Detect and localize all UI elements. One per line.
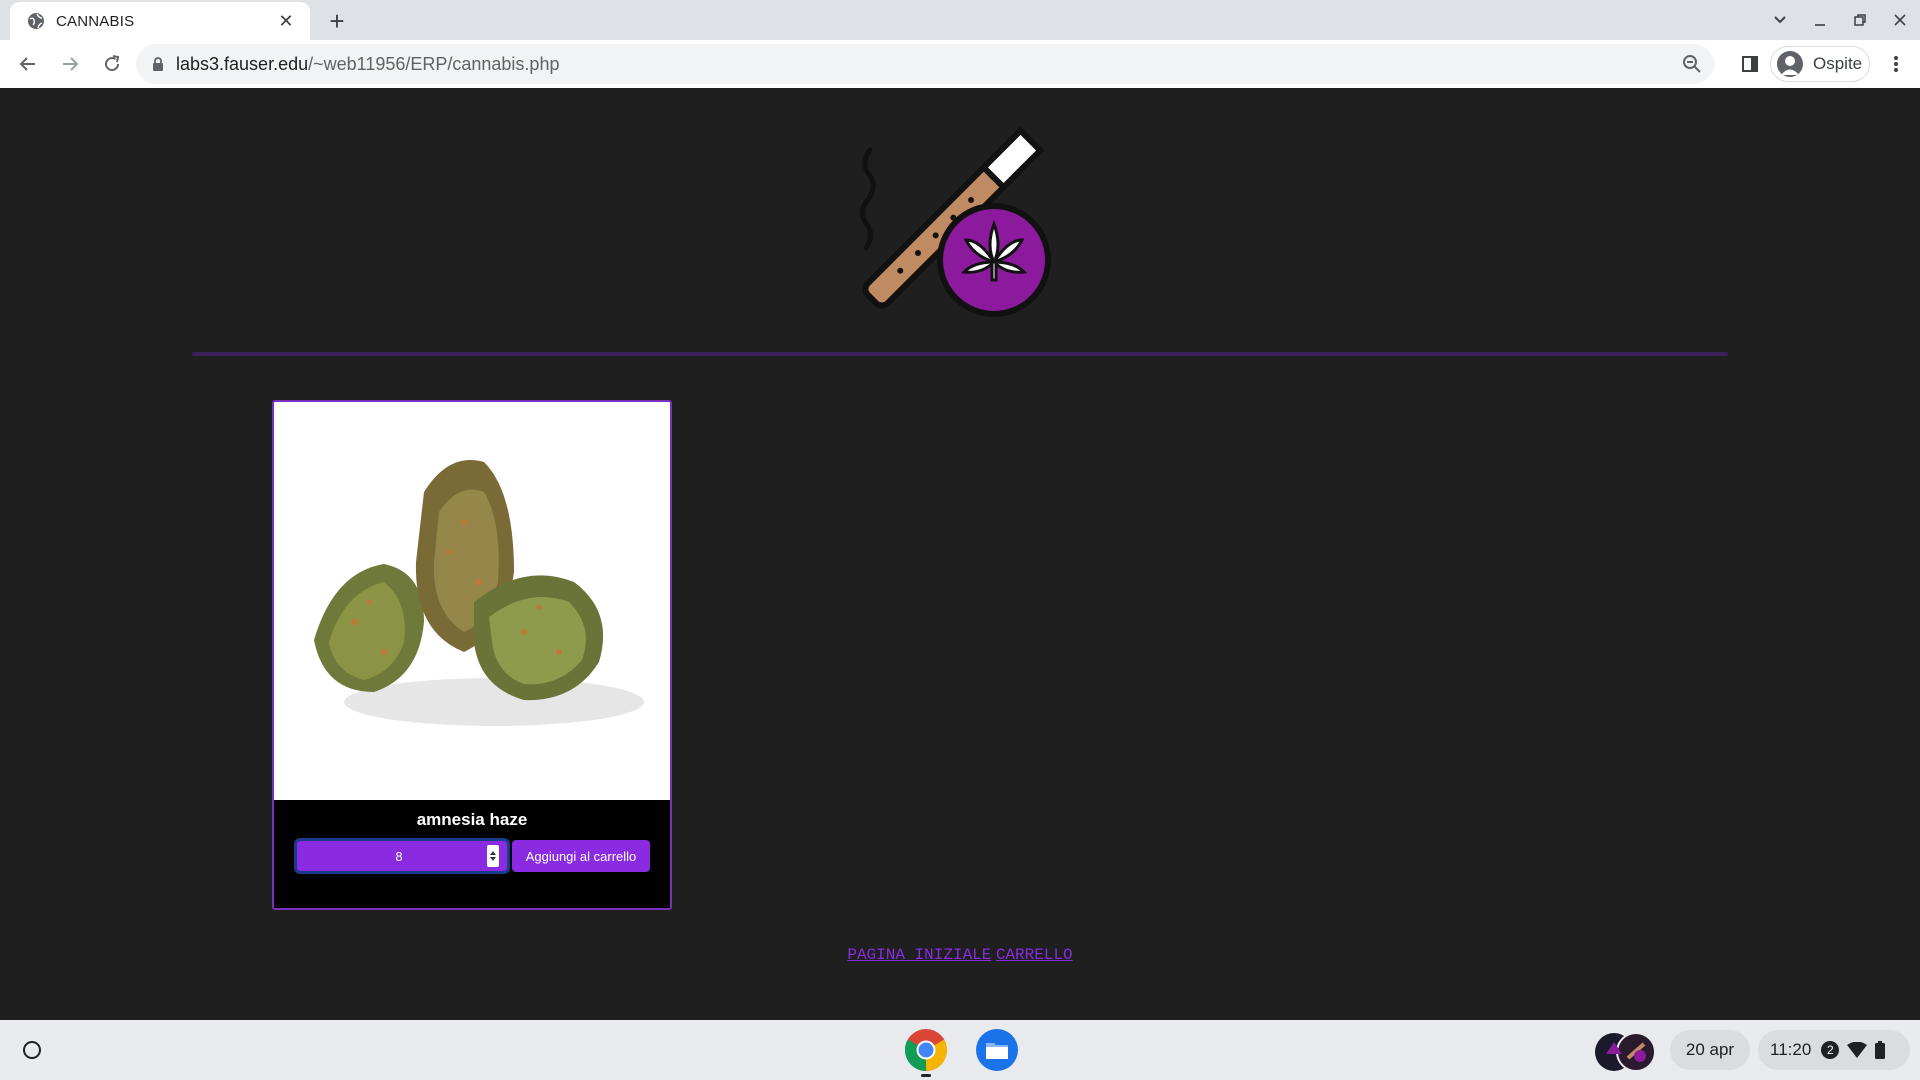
os-shelf: 20 apr 11:20 2 (0, 1020, 1920, 1080)
close-window-icon[interactable] (1880, 0, 1920, 40)
files-app-icon[interactable] (975, 1028, 1019, 1072)
tray-avatars[interactable] (1594, 1032, 1658, 1072)
more-vertical-icon (1894, 56, 1898, 72)
quantity-value: 8 (395, 848, 403, 864)
profile-button[interactable]: Ospite (1770, 46, 1870, 82)
reload-button[interactable] (92, 44, 132, 84)
restore-icon[interactable] (1840, 0, 1880, 40)
side-panel-button[interactable] (1730, 44, 1770, 84)
reload-icon (105, 55, 120, 72)
tab-close-icon[interactable]: ✕ (274, 9, 298, 33)
notification-badge: 2 (1821, 1041, 1840, 1059)
chrome-app-icon[interactable] (904, 1028, 948, 1072)
cannabis-pipe-logo (860, 126, 1051, 317)
wifi-icon (1847, 1042, 1868, 1058)
window-controls (1760, 0, 1920, 40)
tab-search-chevron-icon[interactable] (1760, 0, 1800, 40)
zoom-icon[interactable] (1680, 52, 1704, 76)
add-to-cart-button[interactable]: Aggiungi al carrello (512, 840, 650, 872)
status-area[interactable]: 11:20 2 (1758, 1030, 1910, 1070)
back-button[interactable] (8, 44, 48, 84)
battery-icon (1875, 1041, 1886, 1059)
home-link[interactable]: PAGINA INIZIALE (847, 946, 991, 964)
address-bar[interactable]: labs3.fauser.edu/~web11956/ERP/cannabis.… (136, 44, 1714, 84)
running-indicator (921, 1074, 931, 1077)
lock-icon (153, 57, 163, 71)
product-image (274, 402, 670, 800)
back-arrow-icon (19, 57, 35, 71)
launcher-circle-icon (23, 1041, 41, 1059)
minimize-icon[interactable] (1800, 0, 1840, 40)
url-path: /~web11956/ERP/cannabis.php (308, 53, 560, 74)
page-content: amnesia haze 8 Aggiungi al carrello PAGI… (0, 88, 1920, 1020)
forward-arrow-icon (63, 57, 79, 71)
spinner-arrows-icon[interactable] (487, 845, 499, 867)
date-pill[interactable]: 20 apr (1670, 1030, 1750, 1070)
product-card: amnesia haze 8 Aggiungi al carrello (272, 400, 672, 910)
quantity-stepper[interactable]: 8 (294, 838, 510, 874)
clock: 11:20 (1770, 1040, 1812, 1059)
launcher-button[interactable] (12, 1030, 52, 1070)
footer-links: PAGINA INIZIALE CARRELLO (0, 946, 1920, 964)
tab-title: CANNABIS (56, 12, 135, 30)
cart-link[interactable]: CARRELLO (996, 946, 1073, 964)
globe-icon (26, 11, 46, 31)
guest-avatar-icon (1777, 51, 1803, 77)
browser-toolbar: labs3.fauser.edu/~web11956/ERP/cannabis.… (0, 40, 1920, 88)
url-host: labs3.fauser.edu (176, 53, 309, 74)
forward-button[interactable] (50, 44, 90, 84)
url-text: labs3.fauser.edu/~web11956/ERP/cannabis.… (176, 54, 559, 75)
new-tab-button[interactable]: + (322, 6, 352, 36)
tab-cannabis[interactable]: CANNABIS ✕ (10, 2, 310, 40)
browser-menu-button[interactable] (1876, 44, 1916, 84)
product-name: amnesia haze (416, 810, 528, 829)
side-panel-icon (1742, 56, 1758, 72)
tab-strip: CANNABIS ✕ + (0, 0, 1920, 40)
profile-name: Ospite (1813, 54, 1863, 73)
header-divider (192, 352, 1728, 356)
